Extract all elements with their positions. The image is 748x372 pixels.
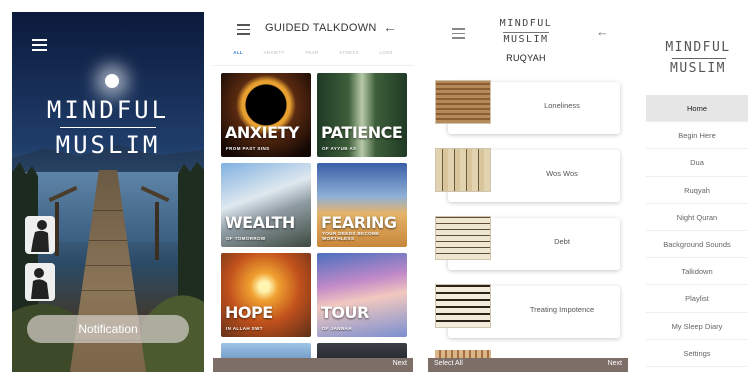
tile-subtitle: YOUR DEEDS BECOME WORTHLESS [322,231,380,241]
tile-title: PATIENCE [321,123,403,142]
page-title: GUIDED TALKDOWN [265,22,377,34]
tile-title: HOPE [225,303,273,322]
hamburger-menu-icon[interactable] [237,24,250,35]
app-title-line1: MINDFUL [46,96,170,124]
back-arrow-icon[interactable]: ← [596,24,609,39]
tile-title: FEARING [321,213,397,232]
manuscript-thumbnail [435,284,491,328]
tab-loss[interactable]: LOSS [379,50,392,64]
manuscript-thumbnail [435,148,491,192]
tile-fearing[interactable]: FEARING YOUR DEEDS BECOME WORTHLESS [317,163,407,247]
select-all-button[interactable]: Select All [434,360,463,367]
menu-item-settings[interactable]: Settings [646,340,748,367]
logo-line2: MUSLIM [503,34,549,45]
menu-item-dua[interactable]: Dua [646,149,748,177]
drawer-menu-screen: MINDFUL MUSLIM Home Begin Here Dua Ruqya… [638,12,748,372]
app-title-line2: MUSLIM [55,131,161,159]
menu-item-background-sounds[interactable]: Background Sounds [646,231,748,259]
logo-line2: MUSLIM [670,61,726,76]
tile-subtitle: IN ALLAH SWT [226,326,263,331]
tile-wealth[interactable]: WEALTH OF TOMORROW [221,163,311,247]
hamburger-menu-icon[interactable] [32,39,47,51]
bottom-bar: Select All Next [428,358,628,372]
tile-subtitle: FROM PAST SINS [226,146,270,151]
tile-anxiety[interactable]: ANXIETY FROM PAST SINS [221,73,311,157]
logo-divider [503,32,549,33]
home-screen: MINDFUL MUSLIM Notification [12,12,204,372]
ruqyah-screen: MINDFUL MUSLIM RUQYAH ← Loneliness Wos W… [428,12,628,372]
tabs-divider [213,65,413,66]
tab-stress[interactable]: STRESS [339,50,359,64]
header: GUIDED TALKDOWN ← [213,12,413,48]
ruqyah-item-label: Wos Wos [546,169,578,178]
tile-subtitle: OF AYYUB AS [322,146,357,151]
tile-title: WEALTH [225,213,295,232]
manuscript-thumbnail [435,216,491,260]
tile-hope[interactable]: HOPE IN ALLAH SWT [221,253,311,337]
page-title: RUQYAH [506,53,546,63]
menu-item-ruqyah[interactable]: Ruqyah [646,177,748,204]
dock-post [55,202,59,256]
hamburger-menu-icon[interactable] [452,28,465,39]
menu-item-my-sleep-diary[interactable]: My Sleep Diary [646,313,748,340]
menu-item-begin-here[interactable]: Begin Here [646,122,748,150]
tile-title: TOUR [321,303,369,322]
category-tabs: ALL ANXIETY FEAR STRESS LOSS [213,50,413,64]
drawer-menu: Home Begin Here Dua Ruqyah Night Quran B… [646,95,748,367]
menu-item-night-quran[interactable]: Night Quran [646,204,748,231]
ruqyah-item-label: Treating Impotence [529,305,595,314]
tile-patience[interactable]: PATIENCE OF AYYUB AS [317,73,407,157]
praying-figure-button[interactable] [25,216,55,254]
logo-line1: MINDFUL [665,40,731,55]
menu-item-home[interactable]: Home [646,95,748,123]
menu-item-playlist[interactable]: Playlist [646,285,748,313]
tab-anxiety[interactable]: ANXIETY [263,50,284,64]
tile-tour[interactable]: TOUR OF JANNAH [317,253,407,337]
prostrating-figure-button[interactable] [25,263,55,301]
moon-image [105,74,119,88]
next-button[interactable]: Next [393,360,407,367]
tab-all[interactable]: ALL [233,50,243,64]
back-arrow-icon[interactable]: ← [383,19,397,35]
ruqyah-item-label: Loneliness [544,101,580,110]
tile-title: ANXIETY [225,123,300,142]
menu-item-talkdown[interactable]: Talkdown [646,258,748,286]
logo-divider [672,58,726,59]
notification-button[interactable]: Notification [27,315,189,343]
praying-figure-icon [31,220,49,252]
bottom-bar: Next [213,358,413,372]
manuscript-thumbnail [435,80,491,124]
logo-line1: MINDFUL [499,18,553,29]
dock-post [155,202,159,260]
guided-talkdown-screen: GUIDED TALKDOWN ← ALL ANXIETY FEAR STRES… [213,12,413,372]
ruqyah-item-label: Debt [554,237,570,246]
screenshot-collage: MINDFUL MUSLIM Notification GUIDED TALKD… [0,0,748,372]
title-divider [60,127,156,128]
tab-fear[interactable]: FEAR [305,50,318,64]
tile-subtitle: OF JANNAH [322,326,352,331]
prostrating-figure-icon [31,268,49,299]
next-button[interactable]: Next [608,360,622,367]
tile-subtitle: OF TOMORROW [226,236,266,241]
